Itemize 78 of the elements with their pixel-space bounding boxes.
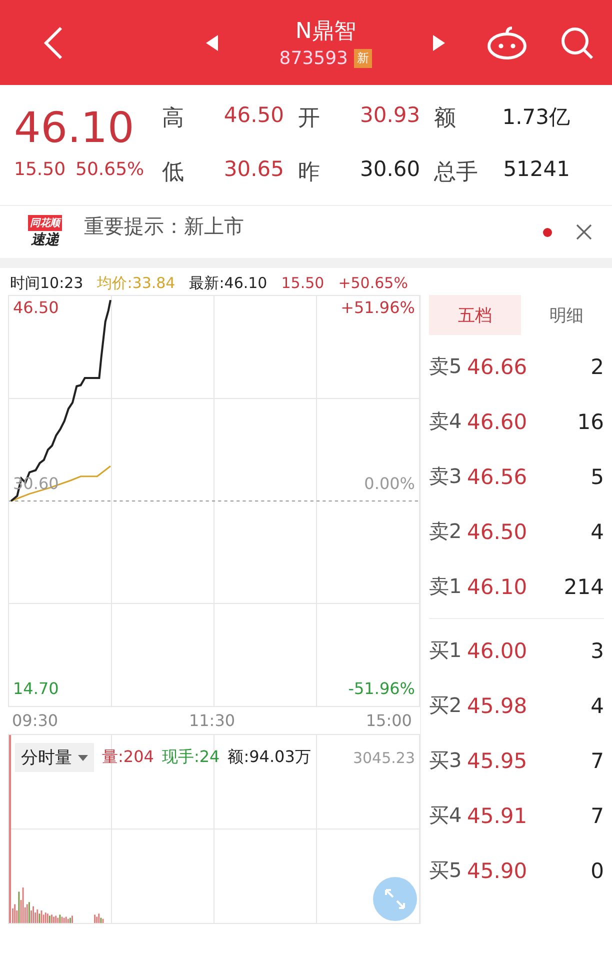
chart-info: 15.50 xyxy=(281,274,324,293)
order-book-tab[interactable]: 五档 xyxy=(429,295,520,335)
stat-label: 总手 xyxy=(434,159,479,187)
stat-value: 30.60 xyxy=(360,157,420,183)
level-price: 45.98 xyxy=(467,694,528,718)
search-icon[interactable] xyxy=(560,26,594,60)
axis-label: 46.50 xyxy=(13,298,59,317)
time-label: 15:00 xyxy=(366,711,412,730)
axis-label: -51.96% xyxy=(348,679,415,698)
stat-value: 51241 xyxy=(502,157,570,183)
robot-icon[interactable] xyxy=(486,24,528,60)
chart-info: 最新:46.10 xyxy=(189,274,268,293)
stock-code: 873593 xyxy=(279,48,348,69)
back-icon[interactable] xyxy=(42,26,64,60)
next-icon[interactable] xyxy=(432,34,446,52)
level-price: 46.00 xyxy=(467,638,528,662)
level-price: 45.91 xyxy=(467,804,528,828)
level-volume: 4 xyxy=(590,694,604,718)
time-label: 09:30 xyxy=(12,711,58,730)
stat-value: 30.93 xyxy=(360,103,420,129)
new-badge: 新 xyxy=(354,49,372,68)
notice-text: 重要提示：新上市 xyxy=(84,212,245,240)
level-price: 45.90 xyxy=(467,858,528,882)
level-price: 45.95 xyxy=(467,748,528,772)
chart-info: 均价:33.84 xyxy=(97,274,176,293)
level-volume: 0 xyxy=(590,858,604,882)
stat-label: 低 xyxy=(162,159,185,187)
level-price: 46.50 xyxy=(467,520,528,544)
level-label: 买5 xyxy=(429,857,463,884)
stat-value: 1.73亿 xyxy=(501,104,570,131)
level-label: 买4 xyxy=(429,802,463,829)
volume-info: 额:94.03万 xyxy=(228,747,311,768)
level-volume: 16 xyxy=(577,410,604,434)
level-label: 卖3 xyxy=(429,463,463,490)
level-price: 46.56 xyxy=(467,464,528,488)
level-volume: 214 xyxy=(564,574,604,598)
chart-info: +50.65% xyxy=(338,274,408,293)
stat-value: 30.65 xyxy=(222,157,284,183)
level-price: 46.60 xyxy=(467,410,528,434)
price-change: 15.50 xyxy=(14,159,66,180)
level-label: 卖2 xyxy=(429,518,463,545)
previous-icon[interactable] xyxy=(205,34,220,52)
level-label: 卖1 xyxy=(429,573,463,600)
time-label: 11:30 xyxy=(188,711,236,730)
axis-label: 14.70 xyxy=(13,679,59,698)
level-label: 卖5 xyxy=(429,353,463,380)
level-volume: 3 xyxy=(590,638,604,662)
caret-icon xyxy=(78,754,88,760)
volume-info: 现手:24 xyxy=(162,747,220,768)
level-price: 46.66 xyxy=(467,354,528,378)
volume-selector[interactable]: 分时量 xyxy=(15,743,94,772)
stock-name: N鼎智 xyxy=(295,18,356,46)
level-label: 卖4 xyxy=(429,408,463,435)
volume-info: 量:204 xyxy=(102,747,154,768)
level-label: 买1 xyxy=(429,637,463,664)
stat-label: 开 xyxy=(298,105,321,133)
stat-value: 46.50 xyxy=(222,103,284,129)
expand-icon xyxy=(382,886,408,912)
level-price: 46.10 xyxy=(467,574,528,598)
level-volume: 4 xyxy=(590,520,604,544)
level-label: 买2 xyxy=(429,692,463,719)
level-label: 买3 xyxy=(429,747,463,774)
last-price: 46.10 xyxy=(14,103,136,153)
volume-scale: 3045.23 xyxy=(352,748,415,766)
logo-subtitle: 速递 xyxy=(31,231,59,249)
stat-label: 额 xyxy=(434,105,457,133)
close-icon[interactable] xyxy=(576,224,592,240)
stat-label: 昨 xyxy=(298,159,321,187)
chart-info: 时间10:23 xyxy=(10,274,84,293)
level-volume: 7 xyxy=(590,748,604,772)
level-volume: 7 xyxy=(590,804,604,828)
level-volume: 5 xyxy=(590,464,604,488)
change-percent: 50.65% xyxy=(76,159,144,180)
level-volume: 2 xyxy=(590,354,604,378)
stat-label: 高 xyxy=(162,105,185,133)
axis-label: +51.96% xyxy=(340,298,415,317)
axis-label: 0.00% xyxy=(364,474,415,493)
logo-label: 同花顺 xyxy=(28,215,62,231)
